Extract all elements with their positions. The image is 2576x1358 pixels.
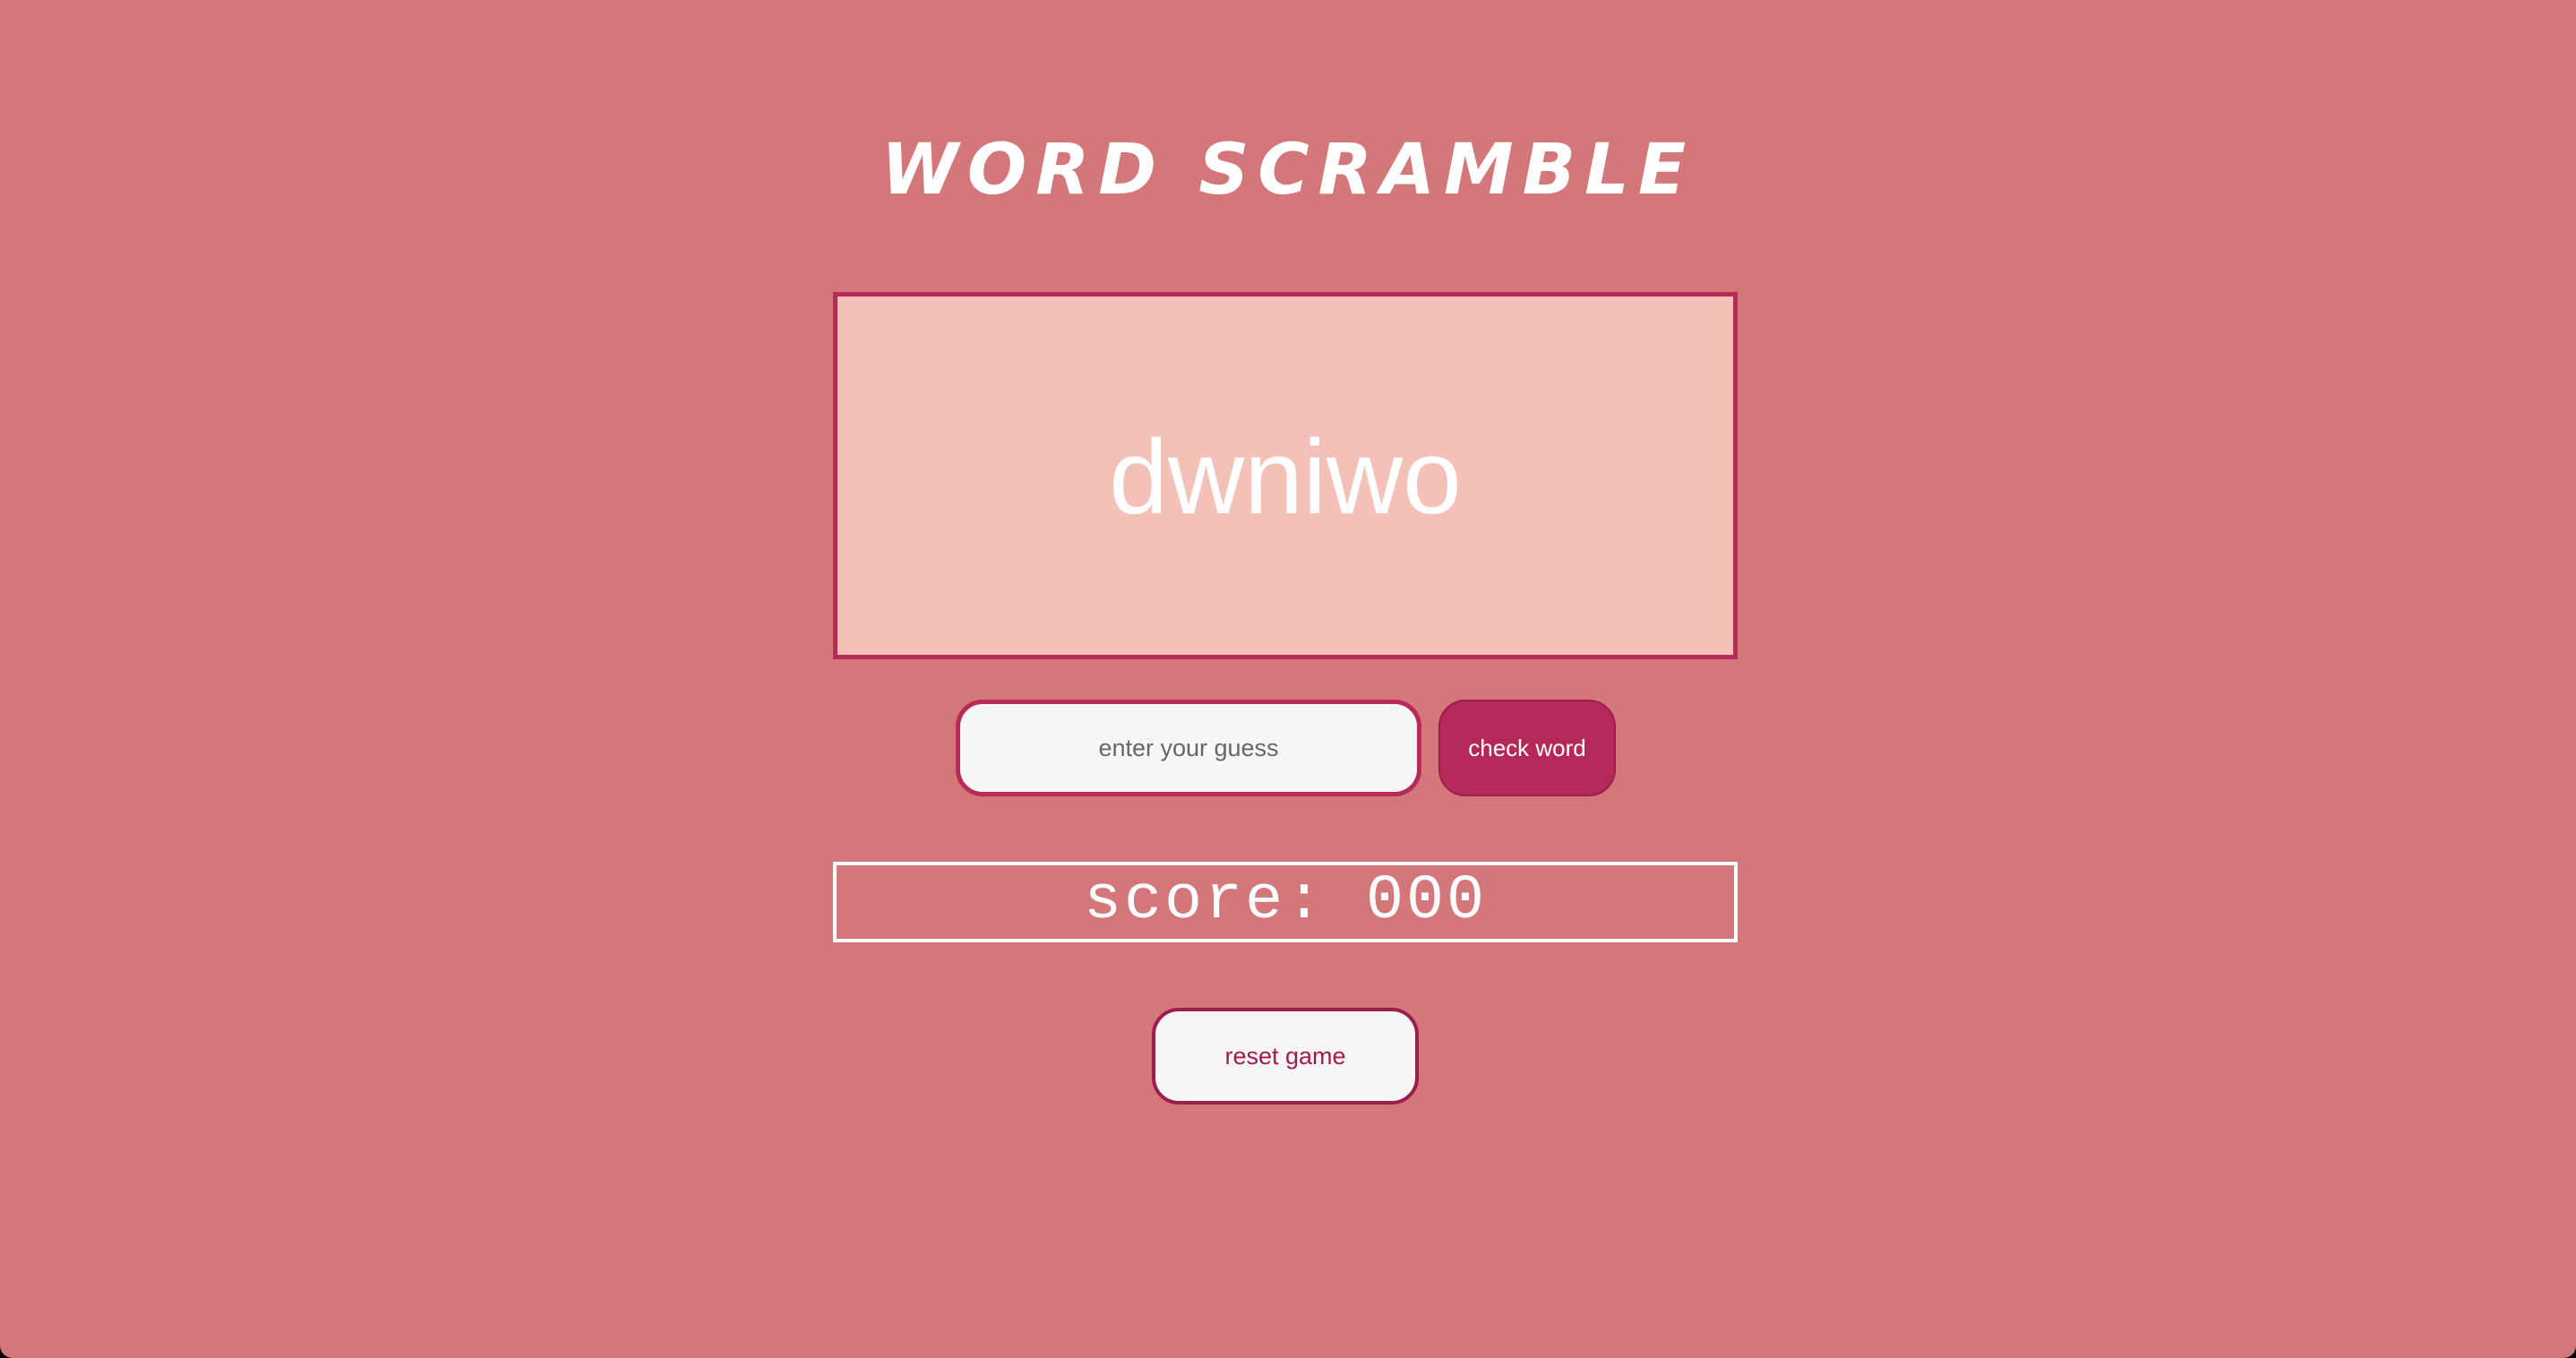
game-page: WORD SCRAMBLE dwniwo check word score: 0… <box>0 0 2576 1358</box>
scrambled-word: dwniwo <box>1109 418 1462 537</box>
page-title: WORD SCRAMBLE <box>880 130 1696 211</box>
score-box: score: 000 <box>833 862 1738 942</box>
scrambled-word-box: dwniwo <box>833 292 1738 659</box>
score-display: score: 000 <box>1083 866 1488 937</box>
check-word-button[interactable]: check word <box>1438 700 1616 796</box>
reset-game-button[interactable]: reset game <box>1152 1008 1419 1104</box>
guess-input[interactable] <box>956 700 1421 796</box>
